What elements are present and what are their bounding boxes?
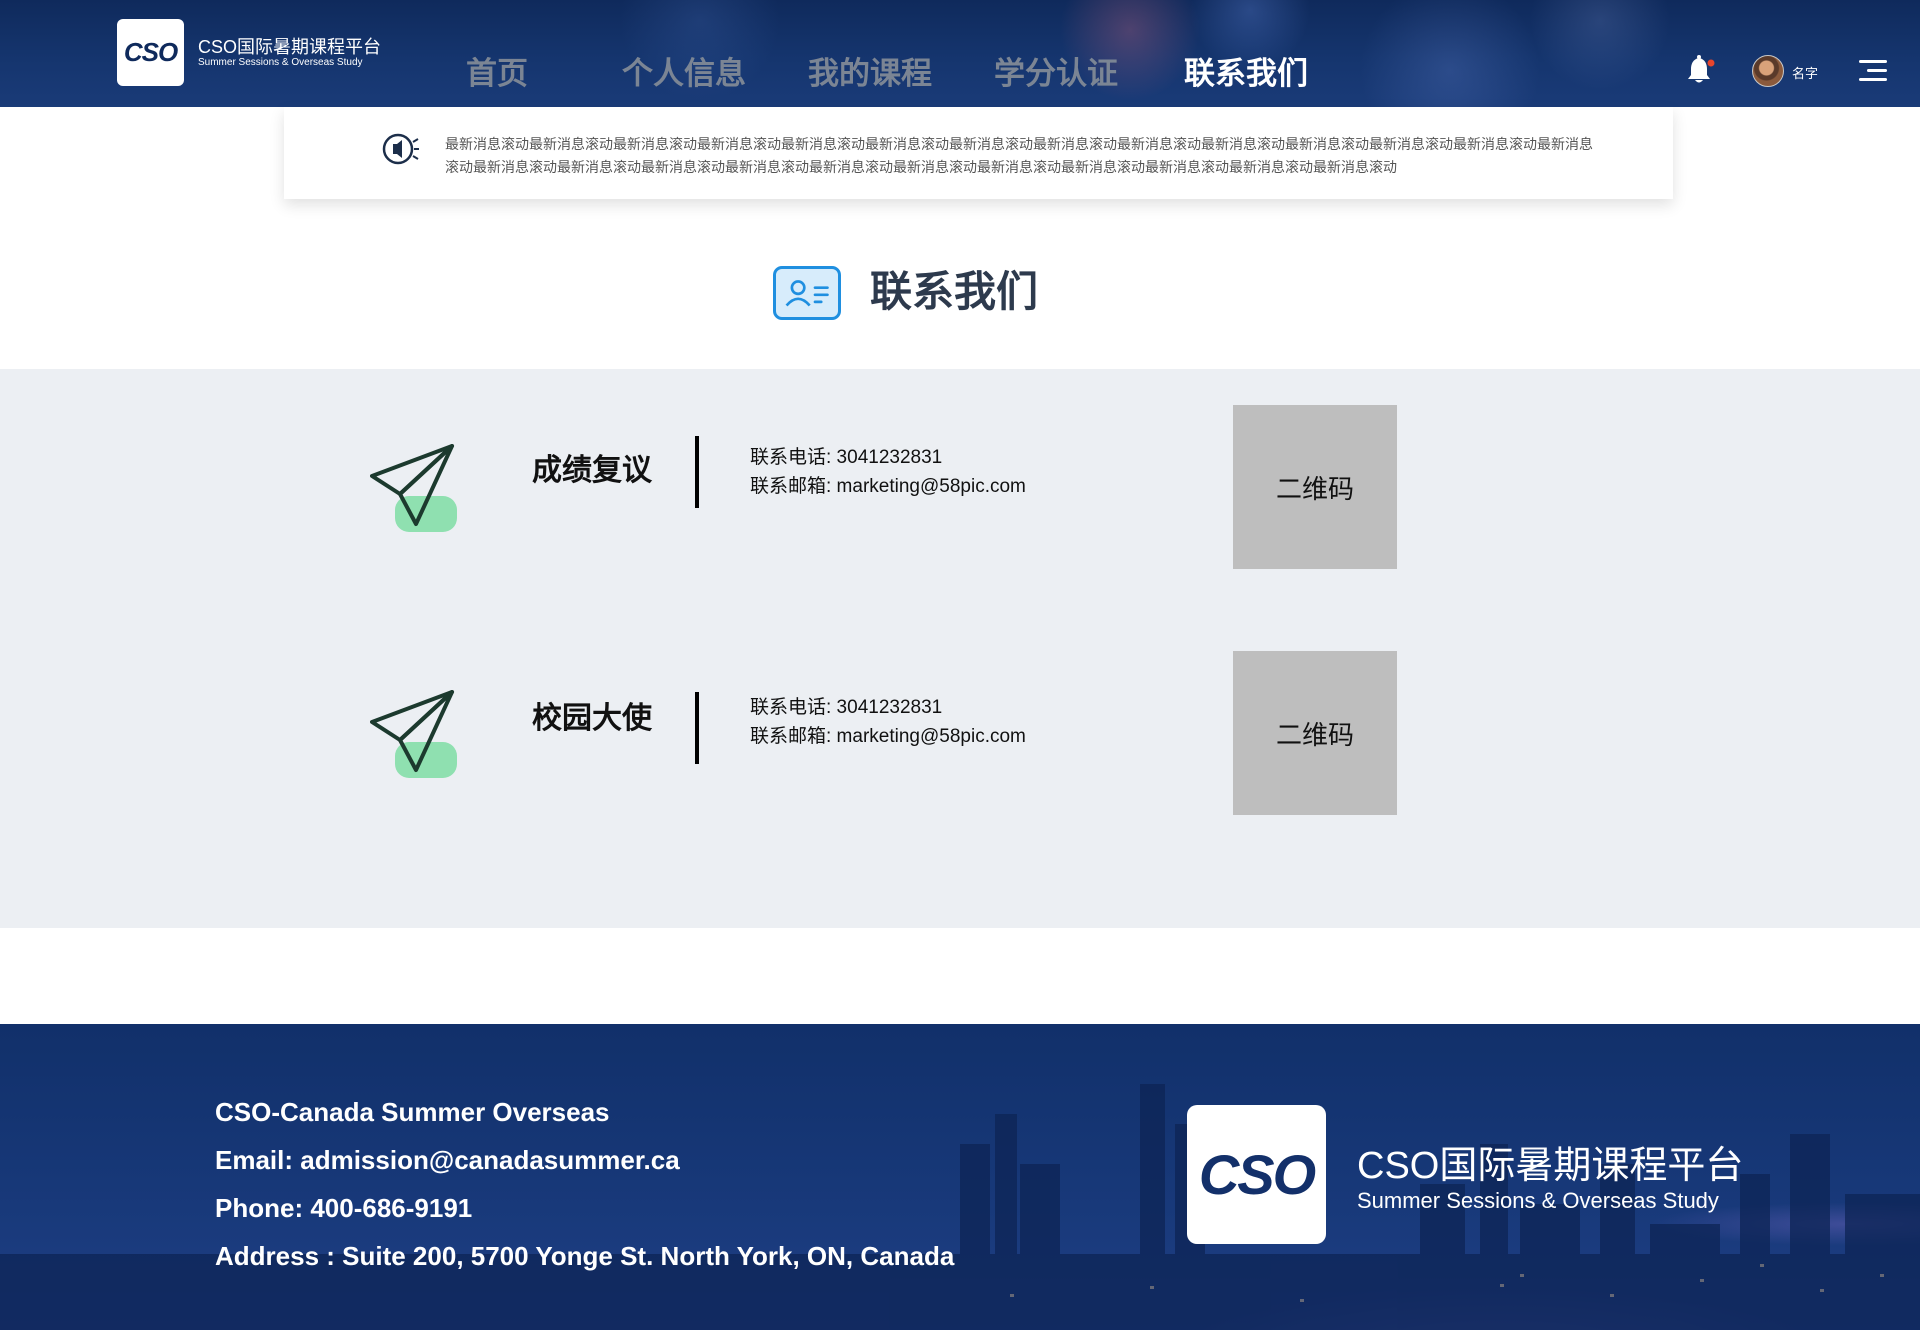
contact-email[interactable]: 联系邮箱: marketing@58pic.com	[750, 722, 1026, 751]
contact-phone[interactable]: 联系电话: 3041232831	[750, 693, 1026, 722]
bell-icon[interactable]	[1687, 54, 1715, 86]
footer-logo[interactable]: CSO	[1187, 1105, 1326, 1244]
nav-my-courses[interactable]: 我的课程	[808, 48, 932, 91]
contact-card-icon	[773, 266, 841, 320]
qr-code: 二维码	[1233, 651, 1397, 815]
contact-row: 校园大使 联系电话: 3041232831 联系邮箱: marketing@58…	[0, 651, 1920, 857]
nav-credit-certification[interactable]: 学分认证	[994, 48, 1118, 91]
divider	[695, 692, 699, 764]
paper-plane-icon	[370, 444, 457, 532]
logo-title: CSO国际暑期课程平台	[198, 37, 382, 57]
logo-mark: CSO	[123, 37, 178, 67]
contact-info: 联系电话: 3041232831 联系邮箱: marketing@58pic.c…	[750, 443, 1026, 501]
qr-code: 二维码	[1233, 405, 1397, 569]
nav-profile[interactable]: 个人信息	[622, 48, 746, 91]
contact-title: 校园大使	[532, 702, 652, 735]
footer-email[interactable]: Email: admission@canadasummer.ca	[215, 1136, 954, 1184]
contact-row: 成绩复议 联系电话: 3041232831 联系邮箱: marketing@58…	[0, 405, 1920, 605]
contact-phone[interactable]: 联系电话: 3041232831	[750, 443, 1026, 472]
footer: CSO-Canada Summer Overseas Email: admiss…	[0, 1024, 1920, 1330]
top-header: CSO CSO国际暑期课程平台 Summer Sessions & Overse…	[0, 0, 1920, 107]
logo[interactable]: CSO	[117, 19, 184, 86]
hamburger-menu-icon[interactable]	[1859, 60, 1887, 82]
qr-code-label: 二维码	[1275, 473, 1354, 504]
nav-home[interactable]: 首页	[466, 48, 528, 91]
contact-info: 联系电话: 3041232831 联系邮箱: marketing@58pic.c…	[750, 693, 1026, 751]
footer-phone[interactable]: Phone: 400-686-9191	[215, 1184, 954, 1232]
footer-company: CSO-Canada Summer Overseas	[215, 1097, 610, 1127]
avatar[interactable]	[1752, 55, 1784, 87]
footer-logo-subtitle: Summer Sessions & Overseas Study	[1357, 1188, 1719, 1213]
divider	[695, 436, 699, 508]
page-title: 联系我们	[870, 268, 1039, 315]
paper-plane-icon	[370, 690, 457, 778]
nav-contact-us[interactable]: 联系我们	[1184, 48, 1308, 91]
footer-logo-text: CSO国际暑期课程平台 Summer Sessions & Overseas S…	[1357, 1144, 1743, 1214]
logo-text: CSO国际暑期课程平台 Summer Sessions & Overseas S…	[198, 37, 381, 69]
speaker-icon	[382, 133, 419, 165]
footer-logo-title: CSO国际暑期课程平台	[1357, 1145, 1744, 1187]
logo-subtitle: Summer Sessions & Overseas Study	[198, 57, 363, 68]
contact-title: 成绩复议	[532, 454, 652, 487]
footer-logo-mark: CSO	[1198, 1143, 1316, 1206]
ticker-text[interactable]: 最新消息滚动最新消息滚动最新消息滚动最新消息滚动最新消息滚动最新消息滚动最新消息…	[445, 133, 1605, 179]
footer-contact-info: CSO-Canada Summer Overseas Email: admiss…	[215, 1088, 954, 1280]
footer-address: Address : Suite 200, 5700 Yonge St. Nort…	[215, 1241, 955, 1271]
qr-code-label: 二维码	[1275, 719, 1354, 750]
news-ticker: 最新消息滚动最新消息滚动最新消息滚动最新消息滚动最新消息滚动最新消息滚动最新消息…	[284, 107, 1673, 199]
contact-email[interactable]: 联系邮箱: marketing@58pic.com	[750, 472, 1026, 501]
notification-dot	[1707, 59, 1715, 67]
user-name[interactable]: 名字	[1792, 63, 1818, 82]
main-nav: 首页 个人信息 我的课程 学分认证 联系我们	[466, 48, 1308, 91]
contact-section: 成绩复议 联系电话: 3041232831 联系邮箱: marketing@58…	[0, 369, 1920, 928]
